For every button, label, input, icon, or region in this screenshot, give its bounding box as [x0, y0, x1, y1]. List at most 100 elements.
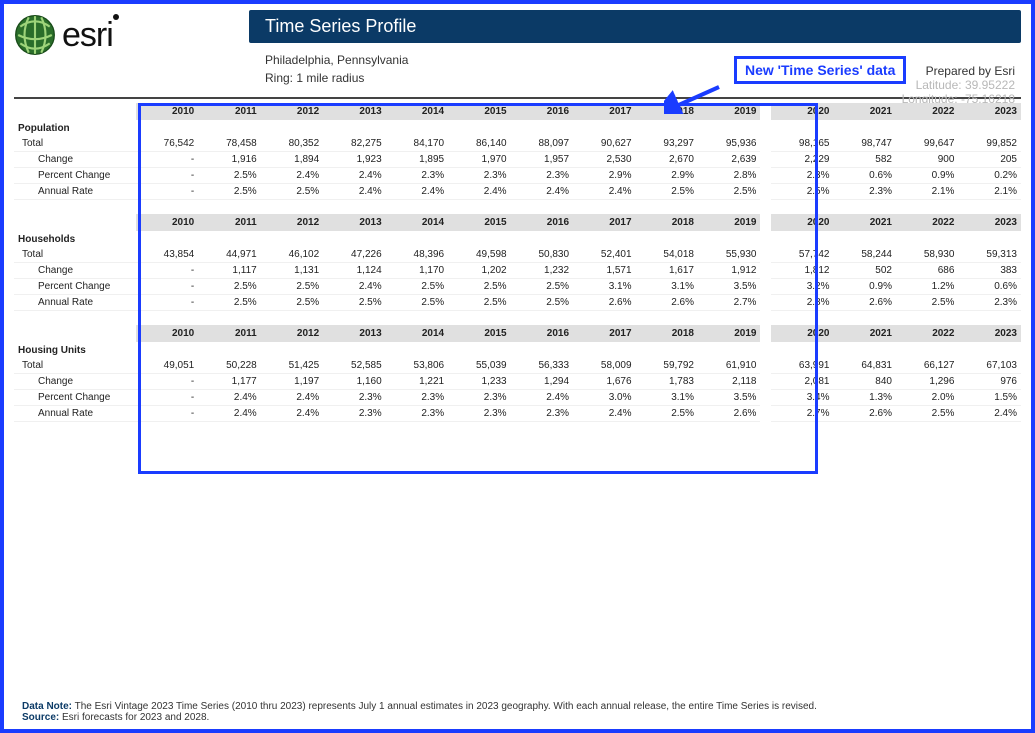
data-cell: 63,991: [771, 358, 833, 374]
data-cell: 2.3%: [386, 390, 448, 406]
data-cell: 2.5%: [771, 184, 833, 200]
data-cell: 88,097: [511, 136, 573, 152]
data-cell: 2.3%: [448, 406, 510, 422]
data-cell: 59,313: [958, 247, 1021, 263]
data-cell: 2.6%: [698, 406, 760, 422]
data-cell: 383: [958, 263, 1021, 279]
data-cell: -: [136, 184, 198, 200]
data-cell: 3.5%: [698, 390, 760, 406]
year-header: 2022: [896, 214, 958, 232]
data-cell: 2.5%: [198, 295, 260, 311]
year-header: 2012: [261, 103, 323, 121]
data-cell: 1,221: [386, 374, 448, 390]
row-gap: [760, 168, 771, 184]
year-header: 2023: [958, 214, 1021, 232]
data-cell: 90,627: [573, 136, 635, 152]
header-rule: [14, 97, 1021, 99]
data-cell: 2.3%: [448, 390, 510, 406]
data-note-line: Data Note: The Esri Vintage 2023 Time Se…: [22, 701, 817, 712]
data-cell: 2.5%: [896, 406, 958, 422]
year-header: 2012: [261, 325, 323, 343]
data-cell: 1,676: [573, 374, 635, 390]
data-cell: 48,396: [386, 247, 448, 263]
data-cell: 2.4%: [261, 390, 323, 406]
data-cell: 2.4%: [573, 406, 635, 422]
data-cell: 2,670: [636, 152, 698, 168]
data-cell: 1,894: [261, 152, 323, 168]
data-cell: 1,812: [771, 263, 833, 279]
data-cell: 2.5%: [261, 295, 323, 311]
data-cell: 2.3%: [958, 295, 1021, 311]
data-cell: 59,792: [636, 358, 698, 374]
row-gap: [760, 136, 771, 152]
data-cell: 2.5%: [386, 295, 448, 311]
data-cell: 2,081: [771, 374, 833, 390]
year-header: 2011: [198, 214, 260, 232]
data-cell: 2.4%: [511, 184, 573, 200]
brand-logo-block: esri: [14, 10, 237, 56]
data-cell: 2.6%: [573, 295, 635, 311]
data-cell: 93,297: [636, 136, 698, 152]
row-gap: [760, 263, 771, 279]
data-cell: 67,103: [958, 358, 1021, 374]
data-cell: 1,970: [448, 152, 510, 168]
data-cell: 58,009: [573, 358, 635, 374]
data-cell: 3.5%: [698, 279, 760, 295]
data-cell: 2.5%: [198, 184, 260, 200]
data-cell: 3.1%: [636, 279, 698, 295]
data-cell: 1,177: [198, 374, 260, 390]
row-gap: [760, 247, 771, 263]
data-cell: 2.4%: [323, 184, 385, 200]
data-cell: 53,806: [386, 358, 448, 374]
data-cell: 52,585: [323, 358, 385, 374]
data-cell: 2.9%: [636, 168, 698, 184]
year-header: 2014: [386, 325, 448, 343]
time-series-table: 2010201120122013201420152016201720182019…: [14, 103, 1021, 436]
data-cell: 0.6%: [958, 279, 1021, 295]
data-cell: 51,425: [261, 358, 323, 374]
data-cell: 2.5%: [261, 184, 323, 200]
data-cell: 840: [834, 374, 896, 390]
table-row: Percent Change-2.5%2.5%2.4%2.5%2.5%2.5%3…: [14, 279, 1021, 295]
data-cell: 2.4%: [198, 406, 260, 422]
data-cell: 2.8%: [698, 168, 760, 184]
data-cell: 3.1%: [636, 390, 698, 406]
data-cell: 1,916: [198, 152, 260, 168]
data-cell: 1,571: [573, 263, 635, 279]
data-cell: 2.7%: [698, 295, 760, 311]
data-cell: 2,639: [698, 152, 760, 168]
data-cell: 2.5%: [198, 168, 260, 184]
data-cell: 50,228: [198, 358, 260, 374]
year-header: 2022: [896, 103, 958, 121]
data-cell: 2.3%: [323, 406, 385, 422]
data-cell: 86,140: [448, 136, 510, 152]
data-cell: 3.1%: [573, 279, 635, 295]
source-lead: Source:: [22, 712, 59, 723]
row-label: Change: [14, 263, 136, 279]
brand-name: esri: [62, 16, 113, 54]
row-label: Total: [14, 247, 136, 263]
data-cell: 2.5%: [448, 295, 510, 311]
blank-header: [14, 103, 136, 121]
section-title-row: Population: [14, 121, 1021, 137]
data-cell: 686: [896, 263, 958, 279]
data-cell: 2.5%: [386, 279, 448, 295]
year-header: 2011: [198, 325, 260, 343]
data-cell: 0.6%: [834, 168, 896, 184]
data-cell: -: [136, 406, 198, 422]
data-cell: 57,742: [771, 247, 833, 263]
data-cell: 3.0%: [573, 390, 635, 406]
year-header: 2022: [896, 325, 958, 343]
data-cell: 64,831: [834, 358, 896, 374]
year-header: 2020: [771, 103, 833, 121]
data-cell: 2.4%: [261, 406, 323, 422]
data-cell: 2.3%: [511, 406, 573, 422]
data-cell: 1.2%: [896, 279, 958, 295]
year-header: 2010: [136, 103, 198, 121]
data-cell: 52,401: [573, 247, 635, 263]
data-cell: 2,118: [698, 374, 760, 390]
data-cell: 1,296: [896, 374, 958, 390]
data-cell: 2.4%: [198, 390, 260, 406]
data-cell: 49,598: [448, 247, 510, 263]
data-cell: 2.3%: [834, 184, 896, 200]
